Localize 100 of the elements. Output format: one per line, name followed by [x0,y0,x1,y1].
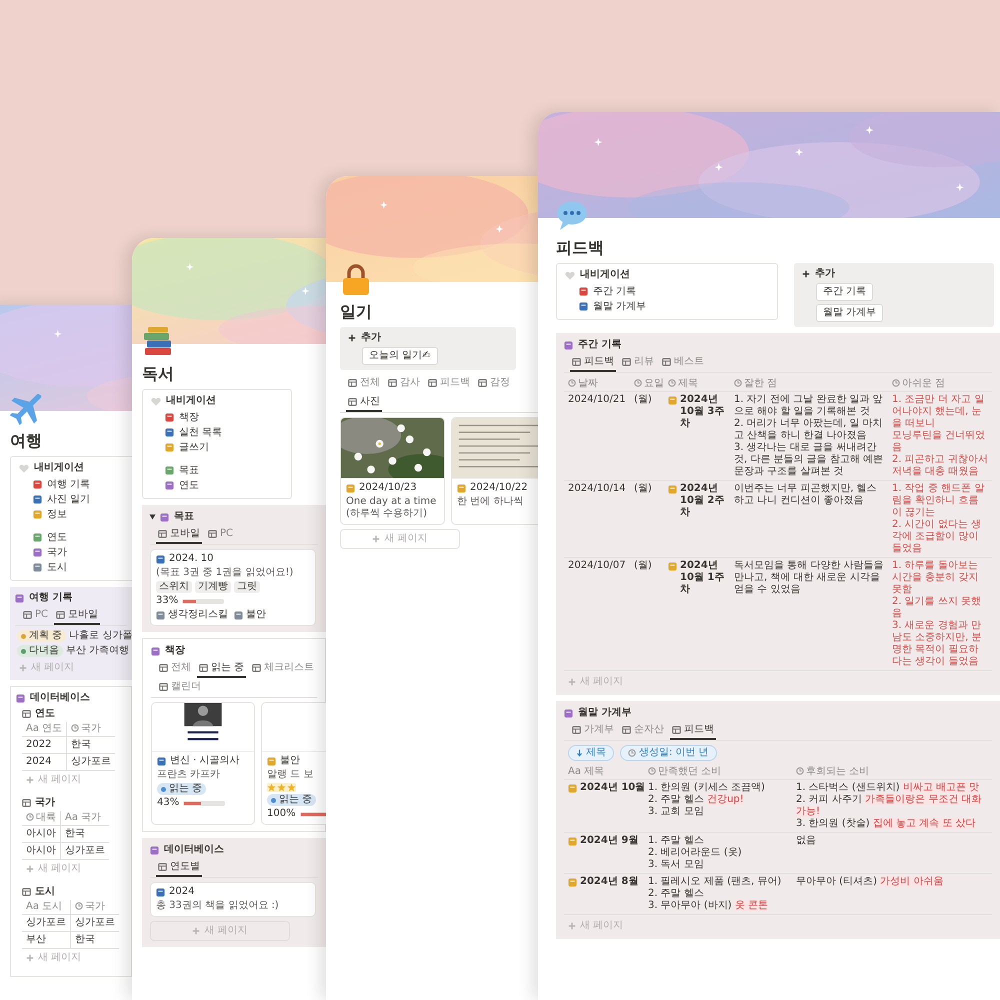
table-icon [388,379,397,388]
nav-link[interactable]: 정보 [33,507,127,522]
lock-icon [340,264,372,296]
table-icon [159,664,168,672]
table-cell-text: 1. 필레시오 제품 (팬츠, 뮤어) 2. 주말 헬스 3. 무아무아 (바지) 옷 콘톤 [648,876,782,912]
column-header: Aa 도시 [26,901,62,912]
filter-chip[interactable]: 생성일: 이번 년 [620,745,717,762]
column-header: 요일 [644,378,664,390]
table-cell-text: 2022 [26,739,52,752]
star-icon [267,783,276,792]
plus-icon [372,535,380,544]
nav-link[interactable]: 실천 목록 [165,425,283,440]
template-button[interactable]: 월말 가계부 [816,304,884,322]
database-title: 데이터베이스 [30,692,90,704]
nav-link[interactable]: 주간 기록 [579,284,769,300]
page-icon [568,784,577,794]
property-icon [628,749,636,758]
table-cell: 싱가포르 [65,845,105,858]
property-icon [75,902,83,910]
template-button[interactable]: 주간 기록 [816,283,874,302]
view-tab[interactable]: 감사 [386,376,422,394]
table-cell-text: 2024년 10월 2주차 [680,483,726,520]
table-cell-text: 1. 하루를 돌아보는 시간을 충분히 갖지 못함 2. 일기를 쓰지 못했음 3. 새로운 경험과 만남도 소중하지만, 분명한 목적이 필요하다는 생각이 들었음 [892,560,983,668]
table-icon [428,379,437,388]
nav-link[interactable]: 연도 [33,530,127,546]
table-cell-text: 1. 한의원 (키세스 조끔액) 2. 주말 헬스 건강up! 3. 교회 모임 [648,782,766,818]
view-tab[interactable]: 피드백 [670,723,716,740]
page-icon [33,533,42,542]
table-cell: 1. 자기 전에 그날 완료한 일과 앞으로 해야 할 일을 기록해본 것 2. 머리가 너무 아팠는데, 일 마치고 산책을 하니 한결 나아졌음 3. 생각나는 대로 글을 써내려간 것, 다른 분들의 글을 참고해 예쁜 문장과 구조를 살펴본 것 [734,394,884,478]
view-tab[interactable]: 감정 [476,376,512,394]
page-icon [165,428,174,438]
view-tab[interactable]: 피드백 [426,376,472,394]
page-icon [156,888,165,897]
table-icon [199,664,208,672]
star-icon [277,783,286,792]
table-cell: 2024/10/21 [568,394,626,406]
category-tag: 그릿 [234,581,260,594]
page-icon [568,837,577,846]
page-icon [668,396,677,406]
callout-heading: 추가 [815,268,835,280]
table-icon [56,611,66,620]
callout-heading: 내비게이션 [580,269,630,282]
nav-link[interactable]: 도시 [33,560,127,576]
page-link[interactable]: 생각정리스킬 [156,609,228,622]
card-title: 불안 [280,755,300,768]
view-tab[interactable]: 연도별 [156,860,202,878]
table-cell-text: 1. 작업 중 핸드폰 알림을 확인하니 흐름이 끊기는 2. 시간이 없다는 생각에 조급함이 많이 들었음 [892,483,986,556]
table-cell: 2024/10/14 [568,483,626,496]
table-icon [478,379,487,388]
table-icon [622,358,631,366]
table-cell-text: 한국 [65,828,86,840]
view-tab[interactable]: 읽는 중 [197,661,246,678]
table-cell-text: 1. 스타벅스 (샌드위치) 비싸고 배고픈 맛 2. 커피 사주기 가족들이랑은 무조건 대화 가능! 3. 한의원 (찻술) 집에 놓고 계속 또 샀다 [796,782,982,830]
nav-link[interactable]: 월말 가계부 [579,299,769,314]
table-cell-text: 2024 [26,756,52,768]
column-header: 후회되는 소비 [806,766,870,778]
view-tab[interactable]: 사진 [346,395,382,412]
list-item[interactable]: 나홀로 싱가폴 [69,630,132,642]
page-icon [668,562,677,572]
view-tab[interactable]: 모바일 [156,527,202,544]
table-icon [159,683,168,692]
table-icon [572,726,581,734]
column-header: 날짜 [578,378,598,390]
column-header: 아쉬운 점 [902,378,946,390]
view-tab[interactable]: 전체 [157,661,193,678]
nav-link[interactable]: 연도 [165,478,283,494]
plus-icon [802,270,810,278]
property-icon [892,379,900,388]
table-icon [208,530,217,538]
callout-heading: 추가 [361,332,381,344]
table-icon [662,358,671,366]
template-button[interactable]: 오늘의 일기✍ [362,347,438,366]
toggle-icon[interactable] [150,514,156,520]
filter-chip[interactable]: 제목 [568,745,614,762]
progress-reading: 43% [157,797,180,810]
database-title: 책장 [165,645,185,658]
table-cell: 2024년 10월 [580,782,646,794]
card-date: 2024/10/22 [470,482,528,494]
nav-link[interactable]: 사진 일기 [33,492,127,508]
view-tab[interactable]: 캘린더 [157,680,203,698]
table-cell-text: (월) [634,560,653,572]
property-icon [796,767,804,776]
view-tab[interactable]: 피드백 [570,355,616,372]
nav-link[interactable]: 국가 [33,545,127,560]
nav-link[interactable]: 책장 [165,410,283,426]
nav-link[interactable]: 글쓰기 [165,440,283,456]
page-title: 독서 [142,364,174,384]
property-icon [634,379,642,388]
nav-link[interactable]: 목표 [165,463,283,478]
nav-link[interactable]: 여행 기록 [33,477,127,492]
page-link[interactable]: 불안 [234,609,266,622]
view-tab[interactable]: 전체 [346,376,382,394]
view-tab[interactable]: 모바일 [54,608,100,626]
column-header: 제목 [678,378,698,390]
table-cell-text: 2024년 10월 1주차 [680,560,726,596]
card-text: 한 번에 하나씩 [457,496,524,508]
view-tab[interactable]: 체크리스트 [250,661,316,678]
column-header: Aa 연도 [26,723,62,734]
tag-label: 읽는 중 [169,783,202,796]
list-item[interactable]: 부산 가족여행 [66,645,130,658]
